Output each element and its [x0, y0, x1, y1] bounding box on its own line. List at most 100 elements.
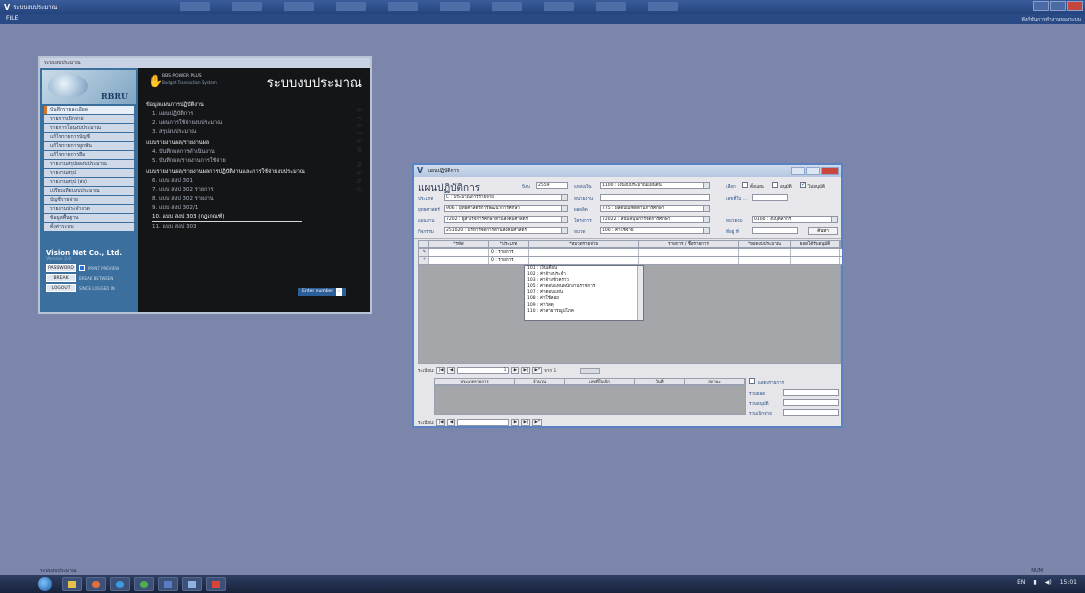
sidebar-item[interactable]: รายงานประจำงวด — [44, 205, 134, 213]
next-record-button[interactable]: ▶ — [511, 419, 520, 426]
last-record-button[interactable]: ▶| — [521, 367, 531, 374]
grid-col-budget: *ยอดงบประมาณ — [739, 241, 791, 247]
cell-approved[interactable] — [791, 257, 840, 264]
sidebar-item[interactable]: แก้ไขรายการบัญชี — [44, 133, 134, 141]
budget-type-select[interactable]: 0100 : งบบุคลากร — [752, 216, 838, 223]
menu-item[interactable]: 7. แบบ สงป 302 รายการ — [152, 186, 362, 194]
new-record-button[interactable]: ▶* — [532, 419, 543, 426]
horizontal-scrollbar[interactable] — [580, 367, 601, 374]
app-v-icon — [164, 581, 172, 588]
menu-item[interactable]: 4. บันทึกผลการดำเนินงาน — [152, 148, 362, 156]
taskbar-window[interactable] — [182, 577, 202, 591]
cell-code[interactable] — [429, 257, 489, 264]
taskbar-acrobat[interactable] — [206, 577, 226, 591]
language-indicator[interactable]: EN — [1017, 579, 1025, 586]
clock[interactable]: 15:01 — [1060, 579, 1077, 586]
taskbar-browser[interactable] — [110, 577, 130, 591]
doc-field[interactable] — [752, 194, 788, 201]
category-select[interactable]: 100 : ค่าใช้จ่าย — [600, 227, 710, 234]
menu-item[interactable]: 11. แบบ สงป 303 — [152, 223, 362, 231]
menu-item[interactable]: 1. แผนปฏิบัติการ — [152, 110, 362, 118]
speaker-icon[interactable]: ◀) — [1045, 579, 1052, 586]
strategy-select[interactable]: 906 : ยุทธศาสตร์การพัฒนาการศึกษา — [444, 205, 568, 212]
first-record-button[interactable]: |◀ — [436, 419, 446, 426]
sidebar-item[interactable]: แก้ไขรายการผูกพัน — [44, 142, 134, 150]
menu-item[interactable]: 9. แบบ สงป 302/1 — [152, 204, 362, 212]
maximize-button[interactable] — [1050, 1, 1066, 11]
sidebar-item[interactable]: แก้ไขรายการยืม — [44, 151, 134, 159]
cell-type[interactable]: 0 : รายการ — [489, 257, 529, 264]
sidebar-item[interactable]: รายงานสรุปผลงบประมาณ — [44, 160, 134, 168]
cell-approved[interactable] — [791, 249, 840, 256]
print-preview-checkbox[interactable] — [79, 265, 85, 271]
chevron-down-icon — [703, 217, 709, 222]
menu-file[interactable]: FILE — [6, 15, 18, 22]
start-button[interactable] — [38, 577, 52, 591]
enter-number-button[interactable]: Enter number › — [298, 288, 346, 296]
maximize-button[interactable] — [806, 167, 820, 175]
menu-item[interactable]: 3. สรุปงบประมาณ — [152, 128, 362, 136]
menu-item[interactable]: 2. แผนการใช้จ่ายงบประมาณ — [152, 119, 362, 127]
show-items-checkbox[interactable] — [749, 378, 755, 384]
dropdown-scrollbar[interactable] — [637, 266, 643, 320]
cell-item[interactable] — [639, 249, 739, 256]
sidebar-item[interactable]: ตั้งค่าระบบ — [44, 223, 134, 231]
cell-type[interactable]: 0 : รายการ — [489, 249, 529, 256]
first-record-button[interactable]: |◀ — [436, 367, 446, 374]
chk-plan[interactable] — [742, 182, 748, 188]
menu-item-selected[interactable]: 10. แบบ สงป 303 (กฎเกณฑ์) — [152, 213, 302, 222]
type-select[interactable]: C : ประมาณการรายจ่าย — [444, 194, 568, 201]
close-button[interactable] — [821, 167, 839, 175]
sidebar-item[interactable]: รายงานสรุป — [44, 169, 134, 177]
sub-record-number-field[interactable] — [457, 419, 510, 426]
cell-item[interactable] — [639, 257, 739, 264]
agency-field[interactable] — [600, 194, 710, 201]
output-select[interactable]: 775 : ผลิตบัณฑิตด้านการศึกษา — [600, 205, 710, 212]
new-record-button[interactable]: ▶* — [532, 367, 543, 374]
menu-item[interactable]: 5. บันทึกผล/รายงานการใช้จ่าย — [152, 157, 362, 165]
menu-item[interactable]: 8. แบบ สงป 302 รายงาน — [152, 195, 362, 203]
last-record-button[interactable]: ▶| — [521, 419, 531, 426]
record-number-field[interactable]: 1 — [457, 367, 510, 374]
activity-select[interactable]: 251020 : บริหารจัดการด้านสังคมศาสตร์ — [444, 227, 568, 234]
cell-budget[interactable] — [739, 249, 791, 256]
sidebar-item[interactable]: บัญชีรายจ่าย — [44, 196, 134, 204]
menu-item[interactable]: 6. แบบ สงป 301 — [152, 177, 362, 185]
break-button[interactable]: BREAK — [46, 274, 76, 282]
sidebar-item[interactable]: รายงานสรุป (ส่ง) — [44, 178, 134, 186]
taskbar-chrome[interactable] — [134, 577, 154, 591]
search-button[interactable]: ค้นหา — [808, 227, 838, 235]
close-button[interactable] — [1067, 1, 1083, 11]
table-row[interactable]: ✎ 0 : รายการ — [419, 249, 842, 257]
logout-button[interactable]: LOGOUT — [46, 284, 76, 292]
sidebar-item[interactable]: บันทึกรายละเอียด — [44, 106, 134, 114]
minimize-button[interactable] — [791, 167, 805, 175]
project-select[interactable]: 72022 : สนับสนุนการจัดการศึกษา — [600, 216, 710, 223]
sidebar-item[interactable]: ข้อมูลพื้นฐาน — [44, 214, 134, 222]
prev-record-button[interactable]: ◀ — [447, 419, 456, 426]
taskbar-media[interactable] — [86, 577, 106, 591]
year-field[interactable]: 2559 — [536, 182, 568, 189]
dropdown-option[interactable]: 110 : ค่าสาธารณูปโภค — [525, 309, 643, 315]
minimize-button[interactable] — [1033, 1, 1049, 11]
sidebar-item[interactable]: รายการเบิกจ่าย — [44, 115, 134, 123]
chk-not-approved[interactable] — [800, 181, 806, 188]
taskbar-explorer[interactable] — [62, 577, 82, 591]
source-select[interactable]: 1100 : เงินงบประมาณแผ่นดิน — [600, 182, 710, 189]
sidebar-item[interactable]: เปรียบเทียบงบประมาณ — [44, 187, 134, 195]
taskbar-app-v[interactable] — [158, 577, 178, 591]
password-button[interactable]: PASSWORD — [46, 264, 76, 272]
network-icon[interactable]: ▮ — [1033, 579, 1036, 586]
table-row[interactable]: * 0 : รายการ — [419, 257, 842, 265]
cell-code[interactable] — [429, 249, 489, 256]
prev-record-button[interactable]: ◀ — [447, 367, 456, 374]
plan-select[interactable]: 7202 : ผู้สำเร็จการศึกษาด้านสังคมศาสตร์ — [444, 216, 568, 223]
cell-budget[interactable] — [739, 257, 791, 264]
doc2-field[interactable] — [752, 227, 798, 234]
cell-category[interactable] — [529, 249, 639, 256]
chk-approved[interactable] — [772, 182, 778, 188]
next-record-button[interactable]: ▶ — [511, 367, 520, 374]
category-dropdown-list[interactable]: 101 : เงินเดือน 102 : ค่าจ้างประจำ 103 :… — [524, 265, 644, 321]
sidebar-item[interactable]: รายการโอนงบประมาณ — [44, 124, 134, 132]
cell-category[interactable] — [529, 257, 639, 264]
